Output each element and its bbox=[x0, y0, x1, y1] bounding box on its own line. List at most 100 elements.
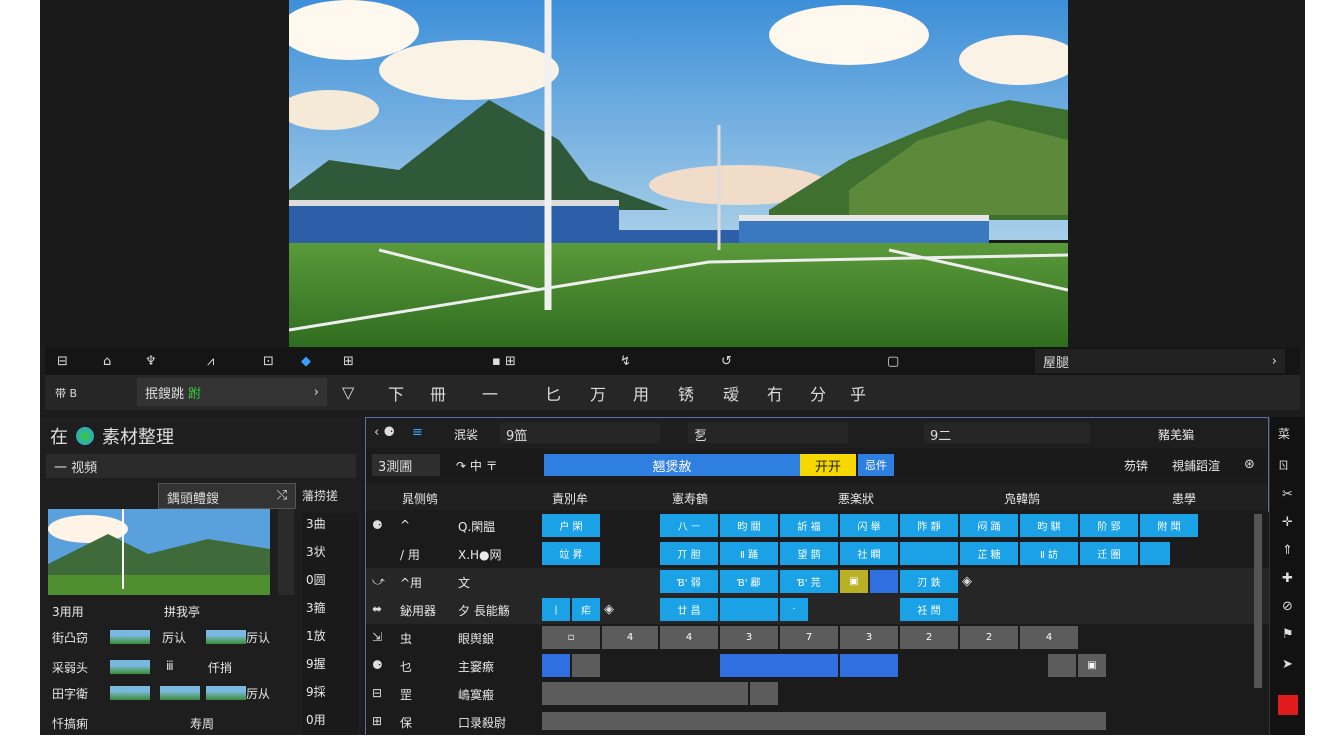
split-icon[interactable]: ↺ bbox=[721, 354, 732, 369]
clip[interactable]: 7 bbox=[780, 626, 838, 649]
cross-icon[interactable]: ✚ bbox=[1282, 571, 1293, 586]
clip[interactable]: 廿 昌 bbox=[660, 598, 718, 621]
clip-thumb[interactable] bbox=[110, 630, 150, 644]
media-filter[interactable]: 一 视頻 bbox=[46, 454, 356, 478]
menu-icon[interactable]: ⊟ bbox=[57, 354, 68, 369]
timeline-tool-icons[interactable]: ↷ 中 〒 bbox=[456, 457, 498, 474]
timeline-scrollbar[interactable] bbox=[1254, 514, 1262, 688]
clip[interactable]: Ⅱ 踊 bbox=[720, 542, 778, 565]
clip[interactable]: 4 bbox=[602, 626, 658, 649]
tool-4[interactable]: 一 bbox=[482, 381, 498, 405]
undo-icon[interactable]: ‹ ⚈ bbox=[374, 425, 395, 440]
media-thumbnail[interactable] bbox=[48, 509, 270, 595]
tool-1[interactable]: ▽ bbox=[342, 383, 354, 402]
grid-icon[interactable]: ▪ ⊞ bbox=[492, 354, 516, 369]
clip[interactable] bbox=[750, 682, 778, 705]
clip[interactable] bbox=[720, 598, 778, 621]
clip[interactable]: Ɓ' 郿 bbox=[720, 570, 778, 593]
clip[interactable] bbox=[1140, 542, 1170, 565]
right-dropdown[interactable]: 屋腿 › bbox=[1035, 349, 1285, 373]
clip[interactable]: 3 bbox=[840, 626, 898, 649]
clip-thumb[interactable] bbox=[206, 686, 246, 700]
clip[interactable] bbox=[542, 682, 748, 705]
clip[interactable]: 昀 騏 bbox=[1020, 514, 1078, 537]
clip[interactable]: 望 鹊 bbox=[780, 542, 838, 565]
tool-5[interactable]: 匕 bbox=[545, 381, 561, 405]
timeline-field-3[interactable]: 9二 bbox=[924, 423, 1090, 444]
clip[interactable]: 昀 關 bbox=[720, 514, 778, 537]
clip[interactable]: 户 閑 bbox=[542, 514, 600, 537]
clip[interactable]: 丨 bbox=[542, 598, 570, 621]
right-strip-second[interactable]: ㄖ bbox=[1278, 457, 1289, 473]
settings-icon[interactable]: ⊛ bbox=[1244, 457, 1255, 472]
clip[interactable]: 芷 糖 bbox=[960, 542, 1018, 565]
clip[interactable]: 4 bbox=[660, 626, 718, 649]
pin-icon[interactable]: ♆ bbox=[145, 354, 157, 369]
clip[interactable]: 3 bbox=[720, 626, 778, 649]
clip-thumb[interactable] bbox=[206, 630, 246, 644]
tag-icon[interactable]: ≡ bbox=[412, 425, 423, 440]
close-icon[interactable]: ⤭ bbox=[277, 488, 287, 503]
clip[interactable]: 阼 靜 bbox=[900, 514, 958, 537]
clip[interactable]: 4 bbox=[1020, 626, 1078, 649]
clip-thumb[interactable] bbox=[110, 686, 150, 700]
clip[interactable] bbox=[1048, 654, 1076, 677]
clip[interactable]: ▣ bbox=[1078, 654, 1106, 677]
tool-7[interactable]: 用 bbox=[633, 381, 649, 405]
clip[interactable]: 八 ㅡ bbox=[660, 514, 718, 537]
media-tab[interactable]: 鍝頭鳢鎪 ⤭ bbox=[158, 483, 296, 509]
razor-icon[interactable]: ✂ bbox=[1282, 487, 1293, 502]
forward-icon[interactable]: ➤ bbox=[1282, 657, 1293, 672]
tool-3[interactable]: 冊 bbox=[430, 381, 446, 405]
layout-icon[interactable]: ↯ bbox=[620, 354, 631, 369]
clip[interactable]: ▣ bbox=[840, 570, 868, 593]
clip[interactable]: · bbox=[780, 598, 808, 621]
clip[interactable]: 刃 鉄 bbox=[900, 570, 958, 593]
clip[interactable]: 附 閗 bbox=[1140, 514, 1198, 537]
clip[interactable]: ▫ bbox=[542, 626, 600, 649]
clip[interactable] bbox=[542, 654, 570, 677]
tag-icon[interactable]: ⊘ bbox=[1282, 599, 1293, 614]
clip[interactable]: 阶 郢 bbox=[1080, 514, 1138, 537]
clip[interactable]: Ɓ' 弱 bbox=[660, 570, 718, 593]
clip[interactable] bbox=[870, 570, 898, 593]
record-icon[interactable] bbox=[1278, 695, 1298, 715]
clip[interactable]: Ɓ' 芫 bbox=[780, 570, 838, 593]
clip[interactable] bbox=[900, 542, 958, 565]
clip[interactable]: 社 瞷 bbox=[840, 542, 898, 565]
user-icon[interactable]: ⩘ bbox=[207, 354, 214, 369]
tool-12[interactable]: 乎 bbox=[850, 381, 866, 405]
keyframe-icon[interactable]: ◈ bbox=[604, 602, 614, 617]
clip[interactable]: Ⅱ 訪 bbox=[1020, 542, 1078, 565]
timeline-mode-button[interactable]: 3測圃 bbox=[372, 454, 440, 476]
right-strip-top[interactable]: 菜 bbox=[1278, 425, 1290, 442]
clip[interactable]: 衽 閆 bbox=[900, 598, 958, 621]
tool-8[interactable]: 锈 bbox=[678, 381, 694, 405]
timeline-field-1[interactable]: 9笽 bbox=[500, 423, 660, 444]
video-preview[interactable] bbox=[289, 0, 1068, 347]
preset-dropdown[interactable]: 抿鎪跳 跗 › bbox=[137, 378, 327, 406]
tool-6[interactable]: 万 bbox=[590, 381, 606, 405]
timeline-yellow-marker[interactable]: 开开 bbox=[800, 454, 856, 476]
flag-icon[interactable]: ⚑ bbox=[1282, 627, 1294, 642]
tool-10[interactable]: 冇 bbox=[767, 381, 783, 405]
tool-11[interactable]: 分 bbox=[810, 381, 826, 405]
tool-9[interactable]: 叆 bbox=[723, 381, 739, 405]
clip[interactable]: 闷 踊 bbox=[960, 514, 1018, 537]
clip[interactable] bbox=[840, 654, 898, 677]
clip-thumb[interactable] bbox=[110, 660, 150, 674]
clip[interactable]: 2 bbox=[960, 626, 1018, 649]
tool-2[interactable]: 下 bbox=[388, 381, 404, 405]
clip-thumb[interactable] bbox=[160, 686, 200, 700]
clip[interactable]: 疟 bbox=[572, 598, 600, 621]
clip[interactable]: 2 bbox=[900, 626, 958, 649]
clip[interactable]: 迁 圏 bbox=[1080, 542, 1138, 565]
toolbar2-left-label[interactable]: 带 B bbox=[55, 385, 77, 401]
timeline-blue-strip[interactable]: 翘煲赦 bbox=[544, 454, 800, 476]
clip[interactable] bbox=[542, 712, 1106, 730]
move-icon[interactable]: ✛ bbox=[1282, 515, 1293, 530]
chat-icon[interactable]: ◆ bbox=[301, 354, 311, 369]
keyframe-icon[interactable]: ◈ bbox=[962, 574, 972, 589]
clip[interactable] bbox=[572, 654, 600, 677]
timeline-field-2[interactable]: 乭 bbox=[688, 423, 848, 444]
